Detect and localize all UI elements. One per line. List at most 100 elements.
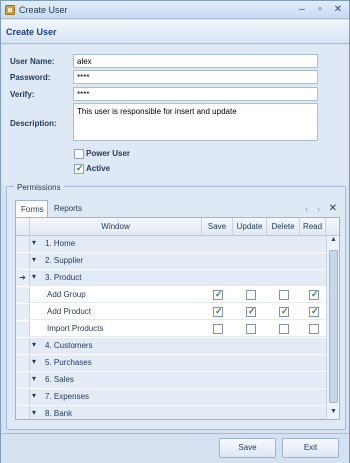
update-checkbox[interactable] (246, 324, 256, 334)
user-form: User Name: alex Password: **** Verify: *… (1, 45, 349, 185)
power-user-checkbox-row[interactable]: Power User (74, 149, 130, 161)
username-label: User Name: (10, 57, 55, 66)
expand-chevron-icon[interactable]: ▾ (32, 340, 36, 349)
expand-chevron-icon[interactable]: ▾ (32, 255, 36, 264)
row-indicator[interactable] (16, 406, 30, 419)
app-icon (5, 5, 15, 15)
save-checkbox[interactable] (213, 306, 223, 317)
expand-chevron-icon[interactable]: ▾ (32, 374, 36, 383)
read-checkbox[interactable] (309, 289, 319, 300)
footer: Save Exit (1, 433, 349, 463)
group-row[interactable]: ▾ 8. Bank (16, 406, 326, 419)
current-row-indicator-icon[interactable]: ➔ (16, 270, 30, 286)
delete-checkbox[interactable] (279, 324, 289, 334)
expand-chevron-icon[interactable]: ▾ (32, 357, 36, 366)
expand-chevron-icon[interactable]: ▾ (32, 391, 36, 400)
read-checkbox[interactable] (309, 306, 319, 317)
power-user-checkbox[interactable] (74, 149, 84, 159)
verify-label: Verify: (10, 90, 35, 99)
description-field[interactable]: This user is responsible for insert and … (73, 103, 318, 141)
expand-chevron-icon[interactable]: ▾ (32, 272, 36, 281)
window-title: Create User (19, 5, 68, 15)
tab-prev-icon[interactable]: ‹ (305, 204, 308, 214)
column-update[interactable]: Update (233, 218, 267, 236)
page-title: Create User (6, 27, 57, 37)
permissions-grid: Window Save Update Delete Read ▾ 1. Home ▾… (15, 217, 340, 420)
column-delete[interactable]: Delete (267, 218, 300, 236)
active-checkbox-row[interactable]: Active (74, 163, 111, 176)
save-checkbox[interactable] (213, 289, 223, 300)
group-row[interactable]: ▾ 5. Purchases (16, 355, 326, 371)
group-label: 1. Home (45, 239, 76, 248)
username-field[interactable]: alex (73, 54, 318, 68)
group-row[interactable]: ▾ 6. Sales (16, 372, 326, 388)
table-row[interactable]: Add Group (16, 287, 326, 303)
expand-chevron-icon[interactable]: ▾ (32, 238, 36, 247)
group-label: 7. Expenses (45, 392, 90, 401)
exit-button[interactable]: Exit (282, 438, 339, 458)
tab-forms[interactable]: Forms (15, 200, 48, 217)
description-label: Description: (10, 119, 57, 128)
row-indicator[interactable] (16, 236, 30, 252)
create-user-window: Create User – ▫ ✕ Create User User Name:… (0, 0, 350, 463)
update-checkbox[interactable] (246, 290, 256, 300)
header-indicator (16, 218, 30, 236)
update-checkbox[interactable] (246, 306, 256, 317)
delete-checkbox[interactable] (279, 306, 289, 317)
delete-checkbox[interactable] (279, 290, 289, 300)
maximize-icon[interactable]: ▫ (311, 3, 329, 17)
header-band: Create User (1, 20, 349, 44)
group-label: 3. Product (45, 273, 82, 282)
row-indicator[interactable] (16, 304, 30, 320)
tab-close-icon[interactable]: ✕ (329, 203, 337, 214)
grid-scrollbar[interactable]: ▲ ▼ (326, 236, 339, 419)
column-read[interactable]: Read (300, 218, 326, 236)
group-label: 4. Customers (45, 341, 93, 350)
row-indicator[interactable] (16, 372, 30, 388)
group-label: 5. Purchases (45, 358, 92, 367)
group-row[interactable]: ▾ 1. Home (16, 236, 326, 252)
close-icon[interactable]: ✕ (329, 3, 347, 17)
tab-reports[interactable]: Reports (49, 200, 87, 217)
active-label: Active (86, 164, 111, 174)
group-row[interactable]: ▾ 2. Supplier (16, 253, 326, 269)
window-name-cell: Add Product (47, 307, 92, 316)
password-field[interactable]: **** (73, 70, 318, 84)
active-checkbox[interactable] (74, 163, 84, 174)
column-window[interactable]: Window (30, 218, 202, 236)
group-row[interactable]: ▾ 7. Expenses (16, 389, 326, 405)
row-indicator[interactable] (16, 321, 30, 337)
group-label: 6. Sales (45, 375, 74, 384)
row-indicator[interactable] (16, 355, 30, 371)
row-indicator[interactable] (16, 253, 30, 269)
permissions-group: Permissions Forms Reports ‹ › ✕ Window S… (6, 183, 346, 430)
table-row[interactable]: Add Product (16, 304, 326, 320)
read-checkbox[interactable] (309, 324, 319, 334)
window-name-cell: Add Group (47, 290, 86, 299)
group-row[interactable]: ▾ 4. Customers (16, 338, 326, 354)
scroll-thumb[interactable] (329, 250, 338, 403)
window-name-cell: Import Products (47, 324, 104, 333)
row-indicator[interactable] (16, 287, 30, 303)
grid-header: Window Save Update Delete Read (16, 218, 339, 236)
password-label: Password: (10, 73, 51, 82)
verify-field[interactable]: **** (73, 87, 318, 101)
row-indicator[interactable] (16, 338, 30, 354)
tab-next-icon[interactable]: › (317, 204, 320, 214)
scroll-up-icon[interactable]: ▲ (327, 236, 339, 248)
save-checkbox[interactable] (213, 324, 223, 334)
power-user-label: Power User (86, 149, 131, 159)
permissions-tabs: Forms Reports ‹ › ✕ (15, 200, 340, 217)
save-button[interactable]: Save (219, 438, 276, 458)
title-bar: Create User – ▫ ✕ (1, 1, 349, 19)
group-label: 2. Supplier (45, 256, 84, 265)
column-save[interactable]: Save (202, 218, 233, 236)
expand-chevron-icon[interactable]: ▾ (32, 408, 36, 417)
group-row[interactable]: ➔ ▾ 3. Product (16, 270, 326, 286)
scroll-down-icon[interactable]: ▼ (327, 408, 339, 419)
row-indicator[interactable] (16, 389, 30, 405)
permissions-caption: Permissions (14, 183, 64, 192)
group-label: 8. Bank (45, 409, 73, 418)
table-row[interactable]: Import Products (16, 321, 326, 337)
minimize-icon[interactable]: – (293, 3, 311, 17)
